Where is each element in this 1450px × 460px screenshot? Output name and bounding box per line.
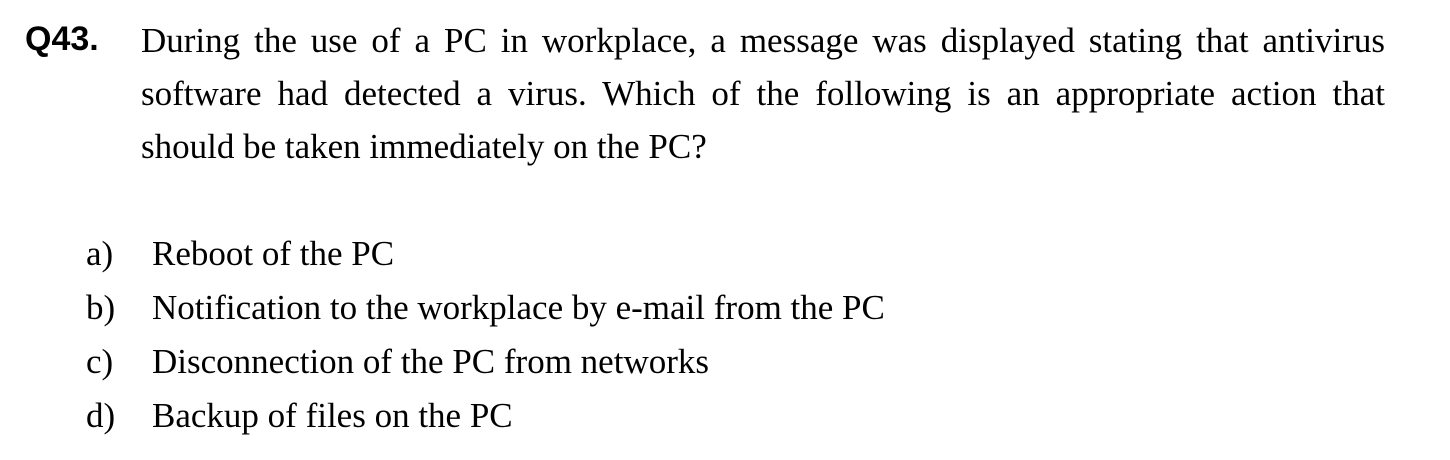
option-b[interactable]: b) Notification to the workplace by e-ma… [86,281,885,335]
question-text: During the use of a PC in workplace, a m… [141,14,1385,173]
option-text: Disconnection of the PC from networks [152,342,709,381]
option-text: Backup of files on the PC [152,396,513,435]
question-number: Q43. [25,20,99,58]
option-a[interactable]: a) Reboot of the PC [86,227,885,281]
answer-options: a) Reboot of the PC b) Notification to t… [86,227,885,443]
option-letter: a) [86,234,114,273]
option-c[interactable]: c) Disconnection of the PC from networks [86,335,885,389]
option-letter: b) [86,288,116,327]
question-line: should be taken immediately on the PC? [141,127,707,166]
option-letter: d) [86,396,116,435]
option-text: Reboot of the PC [152,234,395,273]
question-line: During the use of a PC in workplace, a m… [141,21,1385,60]
option-text: Notification to the workplace by e-mail … [152,288,885,327]
option-letter: c) [86,342,114,381]
option-d[interactable]: d) Backup of files on the PC [86,389,885,443]
question-line: software had detected a virus. Which of … [141,74,1385,113]
